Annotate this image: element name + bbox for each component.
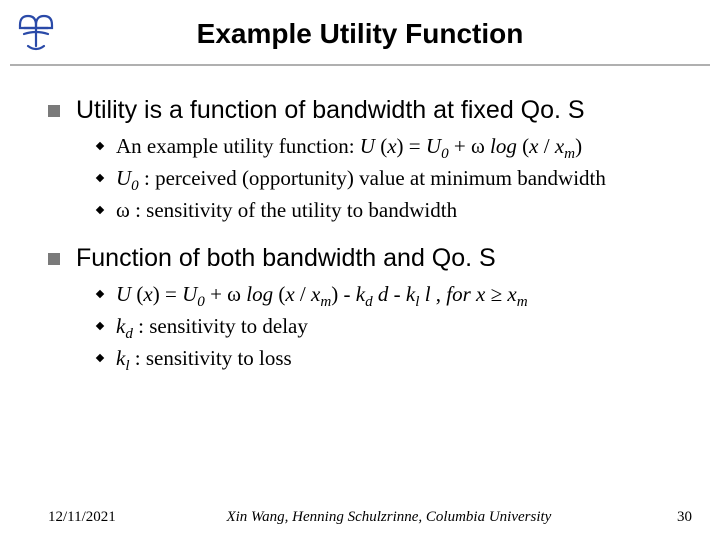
slide-content: Utility is a function of bandwidth at fi…	[0, 66, 720, 372]
slide-title: Example Utility Function	[0, 0, 720, 64]
footer-page-number: 30	[662, 509, 692, 526]
bullet-heading: Function of both bandwidth and Qo. S	[76, 242, 496, 274]
diamond-bullet-icon	[94, 204, 106, 216]
diamond-bullet-icon	[94, 352, 106, 364]
diamond-bullet-icon	[94, 320, 106, 332]
sub-bullet-text: An example utility function: U (x) = U0 …	[116, 132, 582, 160]
square-bullet-icon	[48, 253, 60, 265]
sub-bullet: U (x) = U0 + ω log (x / xm) - kd d - kl …	[94, 280, 692, 308]
slide: Example Utility Function Utility is a fu…	[0, 0, 720, 540]
sub-bullet: kd : sensitivity to delay	[94, 312, 692, 340]
square-bullet-icon	[48, 105, 60, 117]
sub-bullet-text: U (x) = U0 + ω log (x / xm) - kd d - kl …	[116, 280, 528, 308]
slide-footer: 12/11/2021 Xin Wang, Henning Schulzrinne…	[0, 509, 720, 526]
bullet-level1: Utility is a function of bandwidth at fi…	[48, 94, 692, 126]
sub-bullet: kl : sensitivity to loss	[94, 344, 692, 372]
sub-bullet: U0 : perceived (opportunity) value at mi…	[94, 164, 692, 192]
sub-bullet-group: An example utility function: U (x) = U0 …	[48, 132, 692, 224]
sub-bullet-text: kd : sensitivity to delay	[116, 312, 308, 340]
bullet-level1: Function of both bandwidth and Qo. S	[48, 242, 692, 274]
footer-date: 12/11/2021	[48, 509, 116, 526]
sub-bullet: ω : sensitivity of the utility to bandwi…	[94, 196, 692, 224]
sub-bullet-text: kl : sensitivity to loss	[116, 344, 292, 372]
diamond-bullet-icon	[94, 140, 106, 152]
diamond-bullet-icon	[94, 288, 106, 300]
diamond-bullet-icon	[94, 172, 106, 184]
sub-bullet-text: ω : sensitivity of the utility to bandwi…	[116, 196, 457, 224]
sub-bullet-text: U0 : perceived (opportunity) value at mi…	[116, 164, 606, 192]
bullet-heading: Utility is a function of bandwidth at fi…	[76, 94, 585, 126]
columbia-crown-logo	[14, 10, 58, 54]
sub-bullet: An example utility function: U (x) = U0 …	[94, 132, 692, 160]
footer-authors: Xin Wang, Henning Schulzrinne, Columbia …	[116, 509, 662, 526]
sub-bullet-group: U (x) = U0 + ω log (x / xm) - kd d - kl …	[48, 280, 692, 372]
